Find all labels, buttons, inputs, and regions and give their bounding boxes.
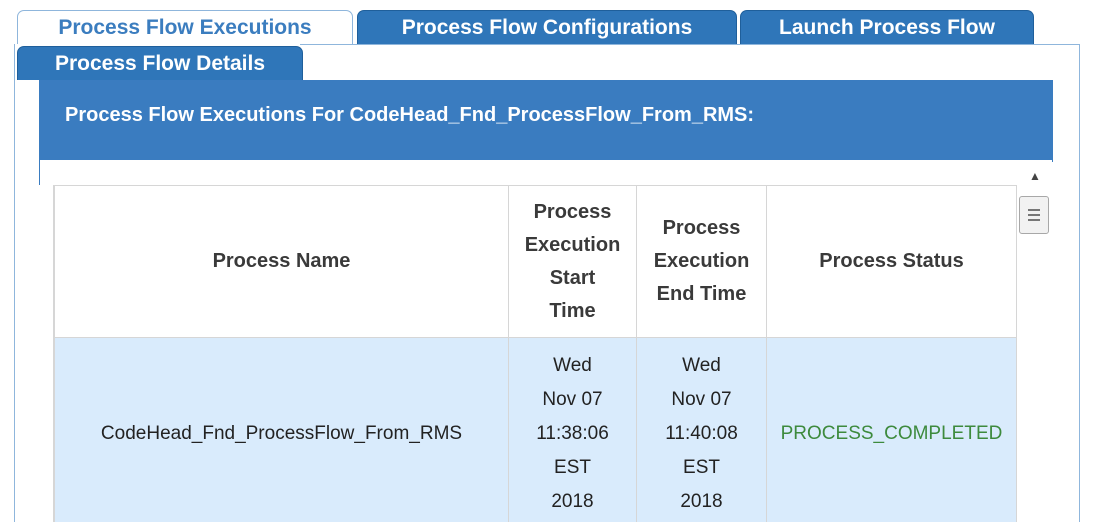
row-selector-column (39, 185, 54, 522)
table-row[interactable]: CodeHead_Fnd_ProcessFlow_From_RMS Wed No… (54, 337, 1017, 522)
scroll-thumb-grip-icon[interactable] (1019, 196, 1049, 234)
panel-top-border (300, 44, 1080, 45)
scroll-up-arrow-icon[interactable]: ▲ (1026, 168, 1044, 184)
panel-title: Process Flow Executions For CodeHead_Fnd… (39, 80, 1053, 160)
executions-table: Process Name Process Execution Start Tim… (54, 185, 1017, 522)
cell-process-status: PROCESS_COMPLETED (766, 337, 1017, 522)
column-header-end-time[interactable]: Process Execution End Time (636, 185, 767, 338)
cell-process-name: CodeHead_Fnd_ProcessFlow_From_RMS (54, 337, 509, 522)
tab-process-flow-configurations[interactable]: Process Flow Configurations (357, 10, 737, 44)
tab-process-flow-executions[interactable]: Process Flow Executions (17, 10, 353, 44)
cell-end-time: Wed Nov 07 11:40:08 EST 2018 (636, 337, 767, 522)
cell-start-time: Wed Nov 07 11:38:06 EST 2018 (508, 337, 637, 522)
table-header-row: Process Name Process Execution Start Tim… (54, 185, 1017, 338)
column-header-process-name[interactable]: Process Name (54, 185, 509, 338)
tab-process-flow-details[interactable]: Process Flow Details (17, 46, 303, 80)
tab-launch-process-flow[interactable]: Launch Process Flow (740, 10, 1034, 44)
column-header-start-time[interactable]: Process Execution Start Time (508, 185, 637, 338)
column-header-process-status[interactable]: Process Status (766, 185, 1017, 338)
